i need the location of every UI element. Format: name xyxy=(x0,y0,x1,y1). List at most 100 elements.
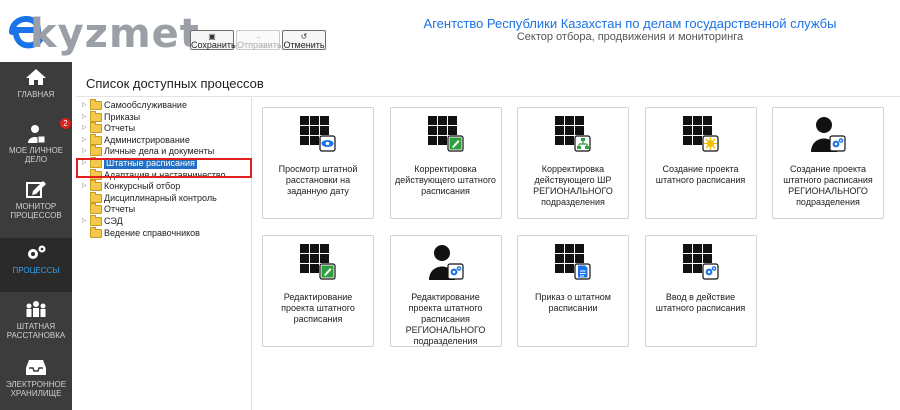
tree-item[interactable]: ▷ Конкурсный отбор xyxy=(82,180,181,192)
process-card-label: Редактирование проекта штатного расписан… xyxy=(405,292,486,346)
save-button[interactable]: ▣ Сохранить xyxy=(190,30,236,50)
process-card-label: Корректировка действующего штатного расп… xyxy=(395,164,496,196)
grid-eye-icon xyxy=(300,116,336,156)
inbox-icon xyxy=(25,358,47,376)
tree-item[interactable]: ▷ Личные дела и документы xyxy=(82,145,215,157)
tree-item-label: Администрирование xyxy=(104,134,190,145)
grid-sitemap-icon xyxy=(555,116,591,156)
nav-item-label: МОНИТОР ПРОЦЕССОВ xyxy=(10,202,62,220)
process-card[interactable]: Редактирование проекта штатного расписан… xyxy=(389,235,502,347)
tree-item-label: Ведение справочников xyxy=(104,227,200,238)
user-gear-icon xyxy=(428,244,464,284)
tree-item[interactable]: ▷ Администрирование xyxy=(82,133,190,146)
process-card[interactable]: Корректировка действующего ШР РЕГИОНАЛЬН… xyxy=(517,107,629,219)
user-file-icon xyxy=(25,124,47,144)
tree-item-label: Самообслуживание xyxy=(104,100,187,110)
tree-item-label: Личные дела и документы xyxy=(104,146,215,157)
cancel-button-label: Отменить xyxy=(283,40,325,50)
process-card[interactable]: Приказ о штатном расписании xyxy=(517,235,629,347)
expand-arrow-icon[interactable]: ▷ xyxy=(82,100,90,111)
tree-item[interactable]: Ведение справочников xyxy=(82,226,200,239)
grid-star-icon xyxy=(682,116,719,156)
nav-item-e-storage[interactable]: ЭЛЕКТРОННОЕ ХРАНИЛИЩЕ xyxy=(0,358,72,410)
send-button-label: Отправить xyxy=(237,40,282,50)
grid-edit-icon xyxy=(300,244,336,284)
expand-arrow-icon[interactable]: ▷ xyxy=(82,135,90,146)
tree-item[interactable]: ▷ Приказы xyxy=(82,110,141,123)
highlight-frame xyxy=(76,158,252,178)
folder-icon xyxy=(90,99,102,110)
process-card-label: Создание проекта штатного расписания РЕГ… xyxy=(783,164,873,207)
agency-name: Агентство Республики Казахстан по делам … xyxy=(423,16,837,31)
home-icon xyxy=(25,68,47,86)
sidebar-nav: ГЛАВНАЯ МОЕ ЛИЧНОЕ ДЕЛО МОНИТОР ПРОЦЕССО… xyxy=(0,62,72,410)
process-card-label: Приказ о штатном расписании xyxy=(534,292,611,313)
folder-icon xyxy=(90,215,102,226)
user-gear-icon xyxy=(810,116,846,156)
folder-icon xyxy=(90,191,102,203)
process-card-label: Редактирование проекта штатного расписан… xyxy=(281,292,355,324)
edit-icon xyxy=(25,180,47,198)
header: kyzmet ▣ Сохранить → Отправить ↺ Отменит… xyxy=(0,0,900,62)
tree-item-label: Конкурсный отбор xyxy=(104,181,181,192)
notification-badge[interactable]: 2 xyxy=(60,118,71,129)
nav-item-label: МОЕ ЛИЧНОЕ ДЕЛО xyxy=(8,146,64,164)
process-card[interactable]: Просмотр штатной расстановки на заданную… xyxy=(262,107,374,219)
nav-item-processes[interactable]: ПРОЦЕССЫ xyxy=(0,238,72,292)
send-button[interactable]: → Отправить xyxy=(236,30,282,50)
nav-item-process-monitor[interactable]: МОНИТОР ПРОЦЕССОВ xyxy=(0,180,72,232)
expand-arrow-icon[interactable]: ▷ xyxy=(82,146,90,157)
save-button-label: Сохранить xyxy=(191,40,236,50)
nav-item-label: ШТАТНАЯ РАССТАНОВКА xyxy=(6,322,66,340)
gears-icon xyxy=(25,244,47,262)
process-card-label: Просмотр штатной расстановки на заданную… xyxy=(278,164,358,196)
process-card[interactable]: Ввод в действие штатного расписания xyxy=(644,235,757,347)
panel-header: Список доступных процессов xyxy=(76,70,900,97)
tree-item[interactable]: ▷ СЭД xyxy=(82,215,123,227)
process-card-label: Создание проекта штатного расписания xyxy=(655,164,746,185)
process-card[interactable]: Создание проекта штатного расписания xyxy=(644,107,757,219)
nav-item-label: ЭЛЕКТРОННОЕ ХРАНИЛИЩЕ xyxy=(5,380,67,398)
logo-text: kyzmet xyxy=(30,11,200,57)
grid-edit-icon xyxy=(427,116,464,156)
tree-item-label: Дисциплинарный контроль xyxy=(104,192,217,203)
process-card-label: Ввод в действие штатного расписания xyxy=(655,292,746,313)
folder-icon xyxy=(90,133,102,145)
tree-item-label: СЭД xyxy=(104,216,123,226)
toolbar: ▣ Сохранить → Отправить ↺ Отменить xyxy=(190,30,326,50)
nav-item-label: ПРОЦЕССЫ xyxy=(12,266,60,275)
process-tree: ▷ Самообслуживание ▷ Приказы ▷ Отчеты ▷ Админис… xyxy=(76,98,252,410)
agency-sector: Сектор отбора, продвижения и мониторинга xyxy=(516,31,744,43)
tree-item[interactable]: Дисциплинарный контроль xyxy=(82,191,217,204)
nav-item-personal-file[interactable]: МОЕ ЛИЧНОЕ ДЕЛО xyxy=(0,124,72,176)
expand-arrow-icon[interactable]: ▷ xyxy=(82,112,90,123)
grid-gear-icon xyxy=(682,244,719,284)
tree-item-label: Приказы xyxy=(104,111,141,122)
expand-arrow-icon[interactable]: ▷ xyxy=(82,123,90,134)
agency-heading: Агентство Республики Казахстан по делам … xyxy=(380,16,880,44)
nav-item-staffing[interactable]: ШТАТНАЯ РАССТАНОВКА xyxy=(0,300,72,352)
process-card[interactable]: Создание проекта штатного расписания РЕГ… xyxy=(772,107,884,219)
ekyzmet-logo[interactable]: kyzmet xyxy=(4,4,199,60)
tree-item-label: Отчеты xyxy=(104,123,136,134)
tree-item[interactable]: Отчеты xyxy=(82,203,136,215)
process-card-label: Корректировка действующего ШР РЕГИОНАЛЬН… xyxy=(533,164,613,207)
process-card[interactable]: Редактирование проекта штатного расписан… xyxy=(262,235,374,347)
folder-icon xyxy=(90,122,102,134)
expand-arrow-icon[interactable]: ▷ xyxy=(82,216,90,227)
nav-item-label: ГЛАВНАЯ xyxy=(17,90,55,99)
folder-icon xyxy=(90,110,102,122)
process-card[interactable]: Корректировка действующего штатного расп… xyxy=(389,107,502,219)
folder-icon xyxy=(90,180,102,192)
tree-item-label: Отчеты xyxy=(104,204,136,215)
tree-item[interactable]: ▷ Самообслуживание xyxy=(82,99,187,111)
folder-icon xyxy=(90,145,102,157)
grid-document-icon xyxy=(555,244,591,284)
nav-item-home[interactable]: ГЛАВНАЯ xyxy=(0,68,72,120)
cancel-button[interactable]: ↺ Отменить xyxy=(282,30,326,50)
tree-item[interactable]: ▷ Отчеты xyxy=(82,122,136,134)
people-icon xyxy=(25,300,47,318)
expand-arrow-icon[interactable]: ▷ xyxy=(82,181,90,192)
folder-icon xyxy=(90,226,102,238)
panel-title: Список доступных процессов xyxy=(86,76,264,91)
